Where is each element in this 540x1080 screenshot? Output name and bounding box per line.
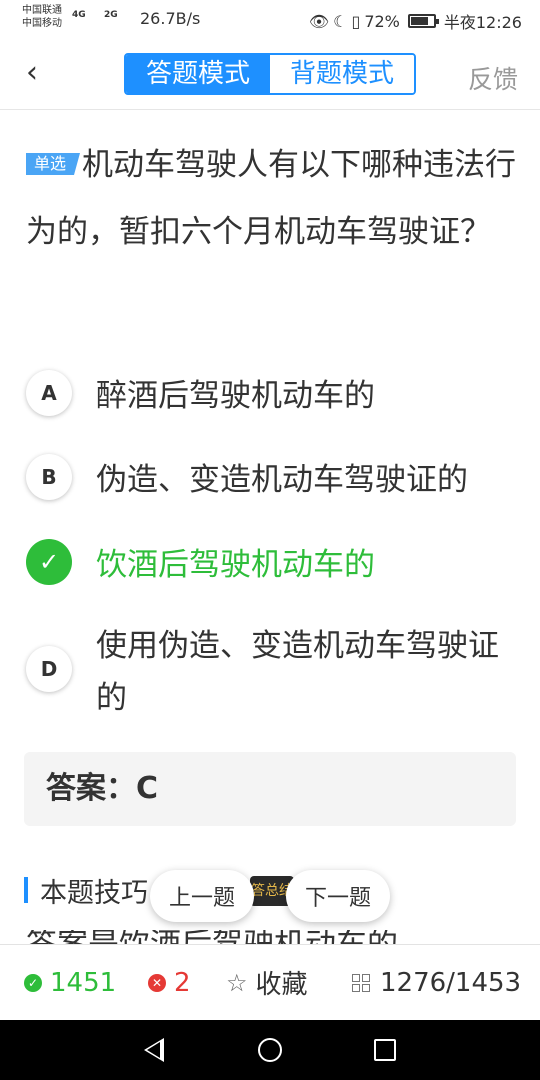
status-right: 👁 ☾ ▯ 72% 半夜12:26 — [309, 9, 522, 33]
option-d-letter: D — [26, 646, 72, 692]
signal-2-icon: 2G — [104, 10, 118, 20]
feedback-button[interactable]: 反馈 — [468, 60, 518, 96]
nav-back-icon[interactable] — [144, 1038, 164, 1062]
prev-question-button[interactable]: 上一题 — [150, 870, 254, 922]
tips-heading: 本题技巧 — [24, 870, 148, 910]
back-chevron-icon[interactable]: ‹ — [26, 58, 50, 88]
favorite-label: 收藏 — [255, 970, 308, 1000]
correct-count-value: 1451 — [50, 967, 117, 998]
mode-switch: 答题模式 背题模式 — [124, 53, 416, 95]
option-a-text: 醉酒后驾驶机动车的 — [96, 378, 375, 414]
carrier-1: 中国联通 — [22, 5, 62, 16]
bottom-bar: ✓ 1451 ✕ 2 ☆ 收藏 1276/1453 — [0, 944, 540, 1020]
tips-content: 答案是饮酒后驾驶机动车的 — [26, 930, 516, 944]
tips-accent-bar — [24, 877, 28, 903]
progress-value: 1276/1453 — [380, 967, 522, 998]
tab-answer-mode[interactable]: 答题模式 — [126, 55, 270, 93]
wrong-count-value: 2 — [174, 967, 191, 998]
option-c[interactable]: ✓ 饮酒后驾驶机动车的 — [26, 539, 526, 591]
option-b-text: 伪造、变造机动车驾驶证的 — [96, 462, 468, 498]
eye-icon: 👁 — [308, 11, 330, 31]
tab-memorize-mode[interactable]: 背题模式 — [270, 55, 414, 93]
app-header: ‹ 答题模式 背题模式 反馈 — [0, 38, 540, 110]
battery-icon — [407, 14, 439, 28]
wrong-icon: ✕ — [148, 973, 166, 992]
question-progress[interactable]: 1276/1453 — [352, 968, 521, 998]
correct-count[interactable]: ✓ 1451 — [24, 968, 116, 998]
vibrate-icon: ▯ — [351, 11, 361, 31]
option-b[interactable]: B 伪造、变造机动车驾驶证的 — [26, 454, 526, 506]
check-icon: ✓ — [26, 539, 72, 585]
option-c-text: 饮酒后驾驶机动车的 — [96, 547, 375, 583]
option-d-text: 使用伪造、变造机动车驾驶证的 — [96, 628, 499, 716]
net-speed: 26.7B/s — [140, 9, 201, 28]
grid-icon — [352, 973, 370, 992]
favorite-button[interactable]: ☆ 收藏 — [226, 964, 308, 1001]
correct-icon: ✓ — [24, 973, 42, 992]
option-a-letter: A — [26, 370, 72, 416]
star-icon: ☆ — [226, 968, 248, 997]
question-text: 机动车驾驶人有以下哪种违法行为的，暂扣六个月机动车驾驶证？ — [26, 147, 517, 250]
signal-1-icon: 4G — [72, 10, 86, 20]
carrier-names: 中国联通 中国移动 — [22, 4, 62, 30]
battery-percent: 72% — [364, 11, 400, 31]
question-type-tag: 单选 — [26, 153, 81, 175]
option-b-letter: B — [26, 454, 72, 500]
option-d[interactable]: D 使用伪造、变造机动车驾驶证的 — [26, 620, 526, 724]
tips-label: 本题技巧 — [40, 877, 148, 909]
nav-recent-icon[interactable] — [374, 1039, 396, 1061]
nav-home-icon[interactable] — [258, 1038, 282, 1062]
clock: 半夜12:26 — [443, 13, 522, 32]
moon-icon: ☾ — [333, 11, 348, 31]
question: 单选 机动车驾驶人有以下哪种违法行为的，暂扣六个月机动车驾驶证？ — [26, 132, 516, 266]
carrier-2: 中国移动 — [22, 18, 62, 29]
answer-box: 答案：C — [24, 752, 516, 826]
wrong-count[interactable]: ✕ 2 — [148, 968, 191, 998]
system-nav-bar — [0, 1020, 540, 1080]
status-bar: 中国联通 中国移动 4G 2G 26.7B/s 👁 ☾ ▯ 72% 半夜12:2… — [0, 0, 540, 38]
next-question-button[interactable]: 下一题 — [286, 870, 390, 922]
option-a[interactable]: A 醉酒后驾驶机动车的 — [26, 370, 526, 422]
